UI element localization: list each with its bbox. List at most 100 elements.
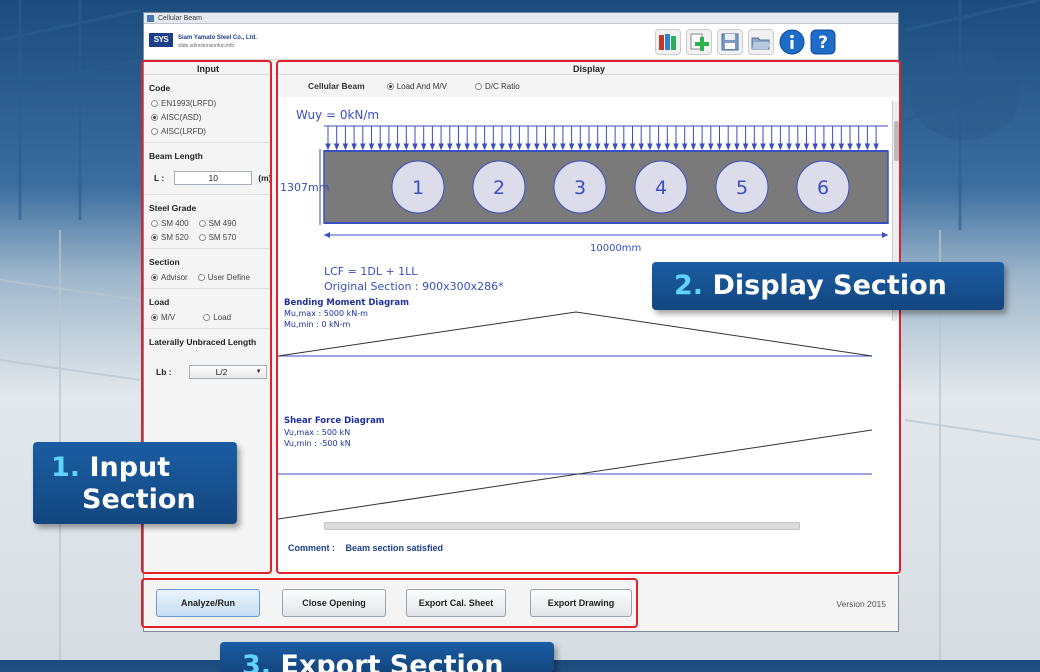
load-arrow-head <box>603 143 610 151</box>
load-arrow-head <box>681 143 688 151</box>
load-arrow-head <box>612 143 618 151</box>
load-arrow-head <box>542 143 549 151</box>
cell-opening-label: 6 <box>817 177 829 199</box>
export-callout: 3. Export Section <box>220 642 554 672</box>
display-panel-title: Display <box>278 61 900 75</box>
code-option-aisc-lrfd[interactable]: AISC(LRFD) <box>144 125 272 139</box>
section-user-define[interactable]: User Define <box>197 273 250 282</box>
cell-opening-label: 3 <box>574 177 586 199</box>
close-opening-button[interactable]: Close Opening <box>282 589 386 617</box>
load-arrow-head <box>647 143 653 151</box>
input-panel-title: Input <box>144 61 272 75</box>
load-arrow-head <box>507 143 514 151</box>
load-label: Wuy = 0kN/m <box>296 108 379 122</box>
radio-icon <box>203 314 211 321</box>
beam-length-input[interactable]: 10 <box>174 171 253 185</box>
load-row: M/V Load <box>144 311 272 325</box>
load-arrow-head <box>534 143 540 151</box>
moment-curve <box>278 311 873 357</box>
radio-icon <box>151 128 158 135</box>
display-canvas: Wuy = 0kN/m 1 2 3 4 5 6 1307mm 10000mm LCF = … <box>278 101 892 521</box>
load-arrow-head <box>690 143 697 151</box>
load-arrows <box>325 126 879 151</box>
open-icon[interactable] <box>748 29 774 55</box>
load-mv[interactable]: M/V <box>151 313 175 322</box>
load-arrow-head <box>360 143 366 151</box>
display-options-label: Cellular Beam <box>308 81 365 91</box>
save-icon[interactable] <box>717 29 743 55</box>
help-icon[interactable]: ? <box>810 29 836 55</box>
beam-length-field-label: L : <box>154 173 165 183</box>
load-arrow-head <box>568 143 575 151</box>
books-icon[interactable] <box>655 29 681 55</box>
load-arrow-head <box>760 143 766 151</box>
steel-grade-sm400[interactable]: SM 400 <box>151 219 189 228</box>
load-arrow-head <box>577 143 584 151</box>
load-load[interactable]: Load <box>203 313 231 322</box>
beam-length-row: L : 10 (m) <box>144 165 272 191</box>
window-title: Cellular Beam <box>158 15 202 22</box>
steel-grade-row-2: SM 520 SM 570 <box>144 231 272 245</box>
code-option-aisc-asd[interactable]: AISC(ASD) <box>144 111 272 125</box>
radio-selected-icon <box>151 234 158 241</box>
company-name: Siam Yamato Steel Co., Ltd. <box>178 35 257 41</box>
export-drawing-button[interactable]: Export Drawing <box>530 589 632 617</box>
section-advisor[interactable]: Advisor <box>151 273 188 282</box>
beam-diagram: Wuy = 0kN/m 1 2 3 4 5 6 1307mm 10000mm LCF = … <box>278 108 889 520</box>
display-callout-number: 2. <box>674 270 704 301</box>
load-arrow-head <box>838 143 845 151</box>
export-callout-number: 3. <box>242 650 272 672</box>
load-arrow-head <box>742 143 749 151</box>
steel-grade-sm490[interactable]: SM 490 <box>198 219 236 228</box>
height-label: 1307mm <box>280 181 329 194</box>
export-callout-text: Export Section <box>280 650 504 672</box>
radio-icon <box>474 82 482 90</box>
info-icon[interactable] <box>779 29 805 55</box>
steel-grade-sm520[interactable]: SM 520 <box>151 233 189 242</box>
load-arrow-head <box>560 143 566 151</box>
load-arrow-head <box>464 143 470 151</box>
analyze-button[interactable]: Analyze/Run <box>156 589 260 617</box>
load-arrow-head <box>708 143 714 151</box>
chevron-down-icon: ▼ <box>255 369 262 375</box>
display-option-dc-ratio[interactable]: D/C Ratio <box>474 82 520 91</box>
moment-max: Mu,max : 5000 kN-m <box>284 309 368 318</box>
load-arrow-head <box>594 143 601 151</box>
load-arrow-head <box>768 143 775 151</box>
steel-grade-label: Steel Grade <box>149 203 197 213</box>
cell-opening-label: 2 <box>493 177 505 199</box>
load-arrow-head <box>664 143 671 151</box>
radio-selected-icon <box>151 274 158 281</box>
load-arrow-head <box>638 143 644 151</box>
display-option-load-mv[interactable]: Load And M/V <box>386 82 447 91</box>
steel-grade-row-1: SM 400 SM 490 <box>144 217 272 231</box>
cell-opening-label: 4 <box>655 177 667 199</box>
load-arrow-head <box>864 143 871 151</box>
input-callout-number: 1. <box>51 452 81 483</box>
display-panel: Display Cellular Beam Load And M/V D/C R… <box>278 61 900 575</box>
input-callout: 1. Input Section <box>33 442 237 524</box>
load-arrow-head <box>473 143 479 151</box>
cell-opening-label: 1 <box>412 177 424 199</box>
new-icon[interactable] <box>686 29 712 55</box>
load-arrow-head <box>455 143 462 151</box>
load-arrow-head <box>621 143 627 151</box>
beam-length-label: Beam Length <box>149 151 203 161</box>
lateral-field-label: Lb : <box>156 367 172 377</box>
lateral-select[interactable]: L/2 ▼ <box>188 365 267 379</box>
load-arrow-head <box>629 143 636 151</box>
steel-grade-sm570[interactable]: SM 570 <box>198 233 236 242</box>
horizontal-scrollbar[interactable] <box>324 522 800 530</box>
load-arrow-head <box>516 143 523 151</box>
load-arrow-head <box>368 143 375 151</box>
load-arrow-head <box>342 143 349 151</box>
app-icon <box>147 15 154 22</box>
radio-icon <box>197 274 205 281</box>
comment-label: Comment : <box>288 543 335 553</box>
radio-selected-icon <box>151 114 158 121</box>
load-arrow-head <box>821 143 827 151</box>
code-option-en1993[interactable]: EN1993(LRFD) <box>144 97 272 111</box>
load-arrow-head <box>525 143 531 151</box>
export-cal-sheet-button[interactable]: Export Cal. Sheet <box>406 589 506 617</box>
load-arrow-head <box>412 143 418 151</box>
